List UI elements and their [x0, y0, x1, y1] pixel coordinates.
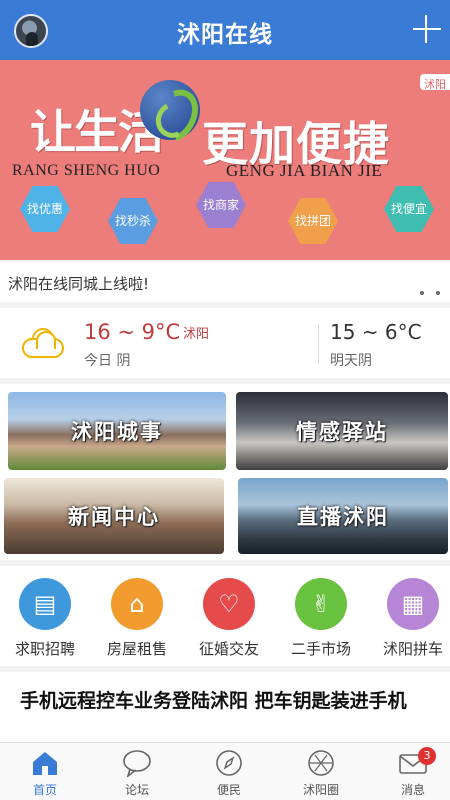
tab-label: 便民	[216, 783, 241, 797]
brand-logo-icon	[140, 80, 200, 140]
promo-banner[interactable]: 沭阳 让生活 更加便捷 RANG SHENG HUO GENG JIA BIAN…	[0, 60, 450, 260]
banner-chip-merchants[interactable]: 找商家	[196, 182, 246, 228]
tile-city-news[interactable]: 沭阳城事	[8, 392, 226, 470]
banner-chip-bargain[interactable]: 找便宜	[384, 186, 434, 232]
news-headline: 手机远程控车业务登陆沭阳 把车钥匙装进手机	[20, 690, 407, 712]
tile-live-shuyang[interactable]: 直播沭阳	[238, 478, 448, 554]
service-label: 二手市场	[290, 640, 351, 658]
banner-chip-discount[interactable]: 找优惠	[20, 186, 70, 232]
tab-shuyang-circle[interactable]: 沭阳圈	[276, 749, 366, 798]
tab-label: 消息	[400, 783, 425, 797]
service-second-hand[interactable]: ✌ 二手市场	[276, 578, 366, 659]
tab-label: 论坛	[124, 783, 149, 797]
tile-live-shuyang-label: 直播沭阳	[297, 504, 389, 529]
id-card-icon: ▤	[19, 578, 71, 630]
add-button[interactable]	[412, 14, 442, 44]
today-condition: 今日 阴	[84, 353, 131, 369]
notice-bar[interactable]: 沭阳在线同城上线啦!	[0, 262, 450, 302]
tile-news-center[interactable]: 新闻中心	[4, 478, 224, 554]
tab-messages[interactable]: 3 消息	[368, 747, 450, 798]
tomorrow-temperature: 15 ~ 6°C	[330, 320, 422, 344]
service-label: 沭阳拼车	[382, 640, 443, 658]
house-icon: ⌂	[111, 578, 163, 630]
weather-city: 沭阳	[183, 327, 210, 342]
chat-bubble-icon	[122, 749, 152, 779]
handshake-icon: ♡	[203, 578, 255, 630]
service-shortcuts: ▤ 求职招聘 ⌂ 房屋租售 ♡ 征婚交友 ✌ 二手市场 ▦ 沭阳拼车	[0, 566, 450, 666]
weather-divider	[318, 324, 319, 364]
weather-widget[interactable]: 16 ~ 9°C 沭阳 今日 阴 15 ~ 6°C 明天阴	[0, 308, 450, 378]
banner-chip-flash-sale[interactable]: 找秒杀	[108, 198, 158, 244]
bottom-tab-bar: 首页 论坛 便民 沭阳圈 3 消息	[0, 742, 450, 800]
tomorrow-condition: 明天阴	[330, 353, 372, 369]
tile-emotion-station[interactable]: 情感驿站	[236, 392, 448, 470]
tab-convenience[interactable]: 便民	[184, 749, 274, 798]
service-label: 征婚交友	[198, 640, 259, 658]
home-icon	[30, 749, 60, 777]
tab-label: 沭阳圈	[302, 783, 339, 797]
car-icon: ▦	[387, 578, 439, 630]
tile-emotion-station-label: 情感驿站	[296, 419, 388, 444]
banner-pinyin-left: RANG SHENG HUO	[12, 162, 161, 179]
banner-chip-group-buy[interactable]: 找拼团	[288, 198, 338, 244]
service-carpool[interactable]: ▦ 沭阳拼车	[368, 578, 450, 659]
service-dating[interactable]: ♡ 征婚交友	[184, 578, 274, 659]
app-title: 沭阳在线	[177, 22, 273, 48]
carousel-dots	[408, 280, 440, 299]
service-housing[interactable]: ⌂ 房屋租售	[92, 578, 182, 659]
compass-icon	[214, 749, 244, 777]
today-temperature: 16 ~ 9°C	[84, 320, 181, 344]
service-label: 求职招聘	[14, 640, 75, 658]
service-job-recruitment[interactable]: ▤ 求职招聘	[0, 578, 90, 659]
news-headline-card[interactable]: 手机远程控车业务登陆沭阳 把车钥匙装进手机	[0, 672, 450, 742]
app-screen: 沭阳在线 沭阳 让生活 更加便捷 RANG SHENG HUO GENG JIA…	[0, 0, 450, 800]
category-tiles: 沭阳城事 情感驿站 新闻中心 直播沭阳	[0, 384, 450, 560]
victory-hand-icon: ✌	[295, 578, 347, 630]
service-label: 房屋租售	[106, 640, 167, 658]
tab-forum[interactable]: 论坛	[92, 749, 182, 798]
tile-city-news-label: 沭阳城事	[71, 419, 163, 444]
tab-label: 首页	[32, 783, 57, 797]
partly-cloudy-icon	[22, 328, 66, 358]
top-bar: 沭阳在线	[0, 0, 450, 60]
banner-corner-tag: 沭阳	[418, 72, 450, 92]
notice-text: 沭阳在线同城上线啦!	[8, 275, 150, 293]
banner-pinyin-right: GENG JIA BIAN JIE	[226, 161, 383, 180]
unread-badge: 3	[418, 747, 436, 765]
tab-home[interactable]: 首页	[0, 749, 90, 798]
tile-news-center-label: 新闻中心	[68, 504, 160, 529]
aperture-icon	[306, 749, 336, 777]
